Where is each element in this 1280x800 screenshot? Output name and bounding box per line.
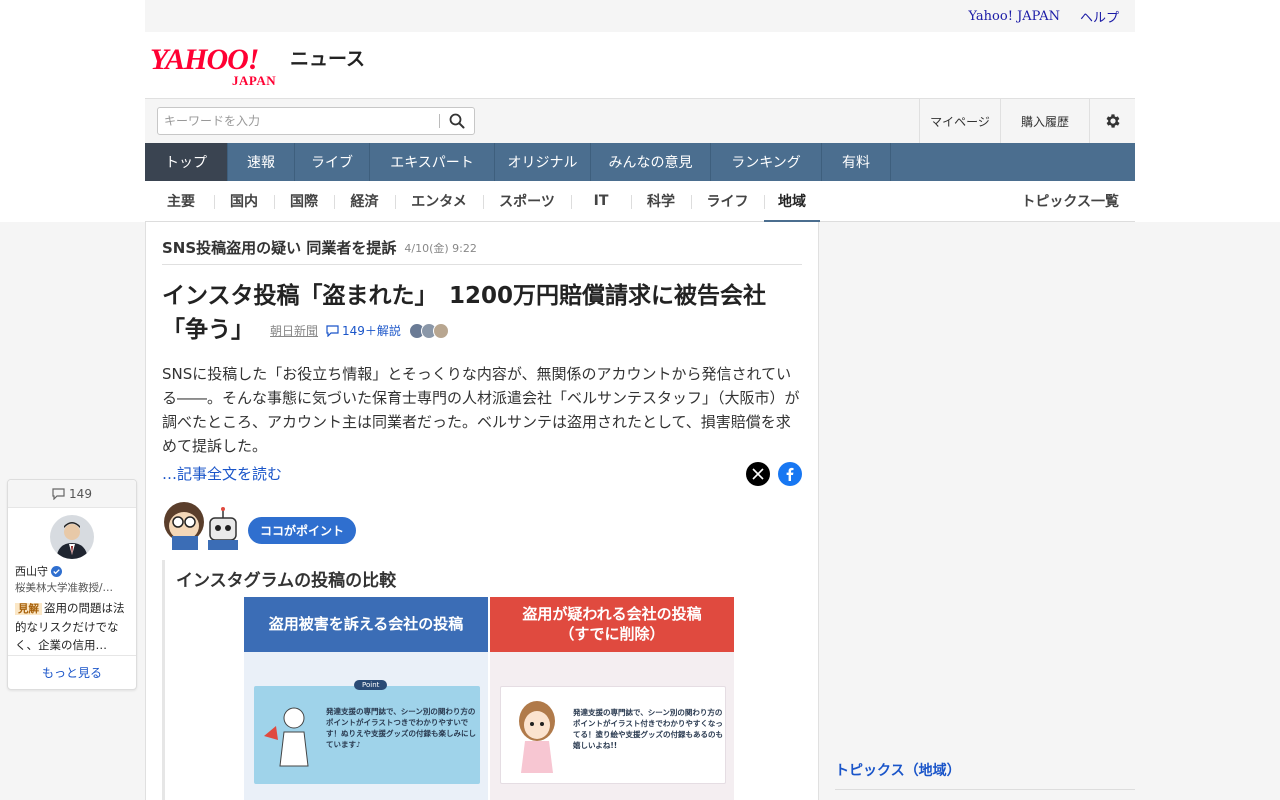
article: SNS投稿盗用の疑い 同業者を提訴 4/10(金) 9:22 インスタ投稿「盗ま… [145, 222, 819, 800]
topic-date: 4/10(金) 9:22 [404, 242, 477, 255]
logo-row: YAHOO! JAPAN ニュース [145, 32, 1135, 98]
comment-widget-count[interactable]: 149 [8, 480, 136, 508]
point-title: インスタグラムの投稿の比較 [176, 570, 397, 591]
mypage-link[interactable]: マイページ [919, 99, 1000, 143]
sub-nav-item[interactable]: 国際 [274, 181, 334, 222]
commenter-affiliation: 桜美林大学准教授/… [15, 582, 114, 594]
gear-icon [1106, 114, 1120, 128]
main-nav-item[interactable]: エキスパート [370, 143, 495, 181]
sub-nav-item[interactable]: 経済 [334, 181, 395, 222]
yahoo-news-logo[interactable]: YAHOO! JAPAN ニュース [150, 42, 366, 88]
comparison-image[interactable]: 盗用被害を訴える会社の投稿 Point 発達支援の専門誌で、シーン別の関わり方の… [244, 596, 734, 800]
expert-avatars [408, 322, 449, 339]
regional-topics-header[interactable]: トピックス（地域） [835, 760, 1135, 790]
main-nav-item[interactable]: ランキング [711, 143, 822, 181]
comparison-right-body: 発達支援の専門誌で、シーン別の関わり方のポイントがイラスト付きでわかりやすくなっ… [490, 651, 734, 800]
mascot-icon [164, 501, 238, 550]
facebook-icon [786, 467, 794, 481]
instagram-post-card: Point 発達支援の専門誌で、シーン別の関わり方のポイントがイラストつきでわか… [254, 679, 480, 784]
logo-news-text: ニュース [290, 47, 366, 70]
article-headline[interactable]: インスタ投稿「盗まれた」 1200万円賠償請求に被告会社「争う」 [162, 283, 766, 343]
instagram-post-card: 発達支援の専門誌で、シーン別の関わり方のポイントがイラスト付きでわかりやすくなっ… [500, 685, 726, 784]
read-full-article-link[interactable]: …記事全文を読む [162, 463, 282, 484]
point-box: インスタグラムの投稿の比較 盗用被害を訴える会社の投稿 Point 発達支援の専… [162, 559, 802, 800]
main-nav-item[interactable]: ライブ [295, 143, 370, 181]
search-box [157, 107, 475, 135]
illustration-icon [264, 707, 309, 766]
logo-japan-text: JAPAN [232, 72, 277, 88]
x-icon [752, 467, 764, 480]
right-header-line2: （すでに削除） [559, 625, 665, 643]
main-nav-item[interactable]: 速報 [228, 143, 295, 181]
search-input[interactable] [158, 109, 439, 133]
right-column: トピックス（地域） [835, 760, 1135, 790]
main-nav-item[interactable]: みんなの意見 [591, 143, 711, 181]
main-nav-item[interactable]: 有料 [822, 143, 891, 181]
sub-nav-item[interactable]: 地域 [764, 181, 820, 223]
sub-nav-item[interactable]: 科学 [631, 181, 691, 222]
sub-nav-item[interactable]: ライフ [691, 181, 764, 222]
verified-icon [51, 565, 62, 577]
search-button[interactable] [440, 108, 474, 134]
main-nav: トップ 速報 ライブ エキスパート オリジナル みんなの意見 ランキング 有料 [145, 143, 1135, 181]
left-post-text: 発達支援の専門誌で、シーン別の関わり方のポイントがイラストつきでわかりやすいです… [326, 706, 476, 749]
sub-nav: 主要 国内 国際 経済 エンタメ スポーツ IT 科学 ライフ 地域 トピックス一覧 [145, 181, 1135, 223]
source-link[interactable]: 朝日新聞 [270, 314, 318, 348]
sub-nav-item[interactable]: スポーツ [483, 181, 571, 222]
headline-meta: 朝日新聞 149＋解説 [270, 314, 449, 348]
commenter-name-row: 西山守 [15, 563, 129, 579]
logo-yahoo-text: YAHOO! [150, 42, 259, 76]
see-more-comments-link[interactable]: もっと見る [8, 655, 136, 689]
right-header-line1: 盗用が疑われる会社の投稿 [522, 605, 702, 623]
expert-avatar [432, 322, 449, 339]
comparison-right-header: 盗用が疑われる会社の投稿 （すでに削除） [490, 596, 734, 652]
sub-nav-item[interactable]: IT [571, 181, 631, 222]
point-badge: ココがポイント [248, 517, 357, 544]
readmore-row: …記事全文を読む [162, 461, 802, 486]
search-icon [449, 113, 465, 129]
comment-icon [326, 324, 339, 337]
comment-widget: 149 西山守 桜美林大学准教授/… 見解 盗用の問題は法的なリスクだけでなく、企… [7, 479, 137, 690]
headline-block: インスタ投稿「盗まれた」 1200万円賠償請求に被告会社「争う」 朝日新聞 14… [162, 279, 802, 348]
commenter-avatar[interactable] [50, 515, 94, 559]
main-nav-item[interactable]: トップ [145, 143, 228, 181]
share-buttons [746, 461, 802, 486]
comment-count-link[interactable]: 149＋解説 [326, 314, 401, 348]
search-row: マイページ 購入履歴 [145, 98, 1135, 143]
topics-list-link[interactable]: トピックス一覧 [1021, 191, 1119, 211]
girl-illustration-icon [519, 700, 555, 773]
comment-text[interactable]: 見解 盗用の問題は法的なリスクだけでなく、企業の信用… [15, 599, 129, 653]
comparison-left-header: 盗用被害を訴える会社の投稿 [244, 596, 488, 652]
point-header: ココがポイント [162, 500, 802, 552]
util-bar: Yahoo! JAPAN ヘルプ [145, 0, 1135, 32]
page: Yahoo! JAPAN ヘルプ YAHOO! JAPAN ニュース マイページ… [0, 0, 1280, 800]
topic-header: SNS投稿盗用の疑い 同業者を提訴 4/10(金) 9:22 [162, 222, 802, 265]
comparison-right: 盗用が疑われる会社の投稿 （すでに削除） 発達支援の専門誌で、シーン別の関わり方の… [490, 596, 734, 800]
comment-count-text: 149＋解説 [342, 323, 401, 338]
right-post-text: 発達支援の専門誌で、シーン別の関わり方のポイントがイラスト付きでわかりやすくなっ… [573, 707, 723, 750]
main-nav-item[interactable]: オリジナル [495, 143, 591, 181]
share-facebook-button[interactable] [778, 461, 802, 486]
help-link[interactable]: ヘルプ [1080, 7, 1119, 26]
opinion-badge: 見解 [15, 603, 42, 615]
settings-button[interactable] [1089, 99, 1135, 143]
account-links: マイページ 購入履歴 [919, 99, 1135, 143]
comment-widget-count-text: 149 [69, 486, 92, 501]
sub-nav-item[interactable]: 主要 [148, 181, 214, 222]
topic-title: SNS投稿盗用の疑い 同業者を提訴 [162, 239, 397, 257]
sub-nav-item[interactable]: 国内 [214, 181, 274, 222]
yahoo-japan-link[interactable]: Yahoo! JAPAN [968, 9, 1060, 24]
sub-nav-item[interactable]: エンタメ [395, 181, 483, 222]
purchase-history-link[interactable]: 購入履歴 [1000, 99, 1089, 143]
post-point-label: Point [354, 679, 388, 690]
comment-icon [52, 487, 65, 500]
comparison-left: 盗用被害を訴える会社の投稿 Point 発達支援の専門誌で、シーン別の関わり方の… [244, 596, 488, 800]
comparison-left-body: Point 発達支援の専門誌で、シーン別の関わり方のポイントがイラストつきでわか… [244, 651, 488, 800]
commenter-name[interactable]: 西山守 [15, 563, 48, 579]
article-summary: SNSに投稿した「お役立ち情報」とそっくりな内容が、無関係のアカウントから発信さ… [162, 364, 800, 455]
share-x-button[interactable] [746, 461, 770, 486]
